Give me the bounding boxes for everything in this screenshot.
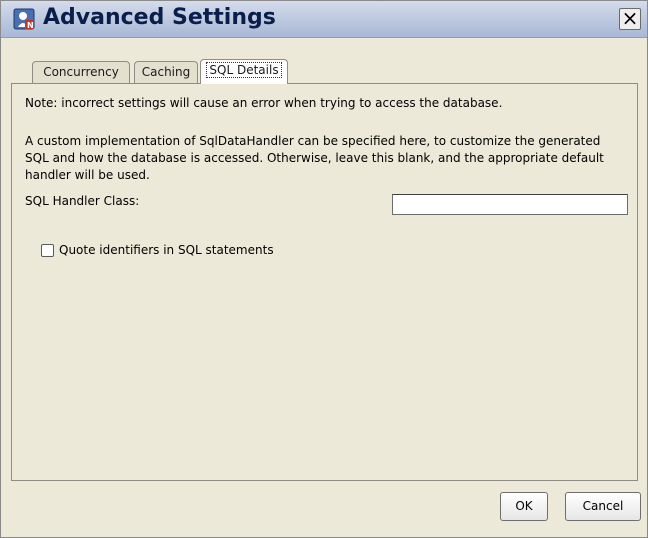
- title-bar[interactable]: N Advanced Settings ×: [1, 1, 647, 38]
- app-icon: N: [13, 8, 35, 30]
- cancel-button[interactable]: Cancel: [565, 492, 641, 521]
- tab-sql-details[interactable]: SQL Details: [200, 59, 288, 84]
- tab-label: Concurrency: [43, 65, 119, 79]
- dialog-title: Advanced Settings: [43, 5, 276, 30]
- tab-caching[interactable]: Caching: [134, 61, 198, 83]
- ok-button[interactable]: OK: [500, 492, 548, 521]
- quote-identifiers-checkbox[interactable]: [41, 244, 54, 257]
- tab-label: SQL Details: [206, 62, 282, 78]
- tab-label: Caching: [141, 65, 191, 79]
- sql-handler-class-label: SQL Handler Class:: [25, 194, 140, 208]
- close-button[interactable]: ×: [619, 8, 641, 30]
- quote-identifiers-label[interactable]: Quote identifiers in SQL statements: [59, 243, 274, 257]
- warning-note: Note: incorrect settings will cause an e…: [25, 96, 503, 110]
- sql-handler-class-input[interactable]: [392, 194, 628, 215]
- tab-concurrency[interactable]: Concurrency: [32, 61, 130, 83]
- close-icon: ×: [621, 6, 639, 30]
- handler-description: A custom implementation of SqlDataHandle…: [25, 134, 604, 182]
- advanced-settings-dialog: N Advanced Settings × Concurrency Cachin…: [0, 0, 648, 538]
- svg-text:N: N: [27, 21, 34, 30]
